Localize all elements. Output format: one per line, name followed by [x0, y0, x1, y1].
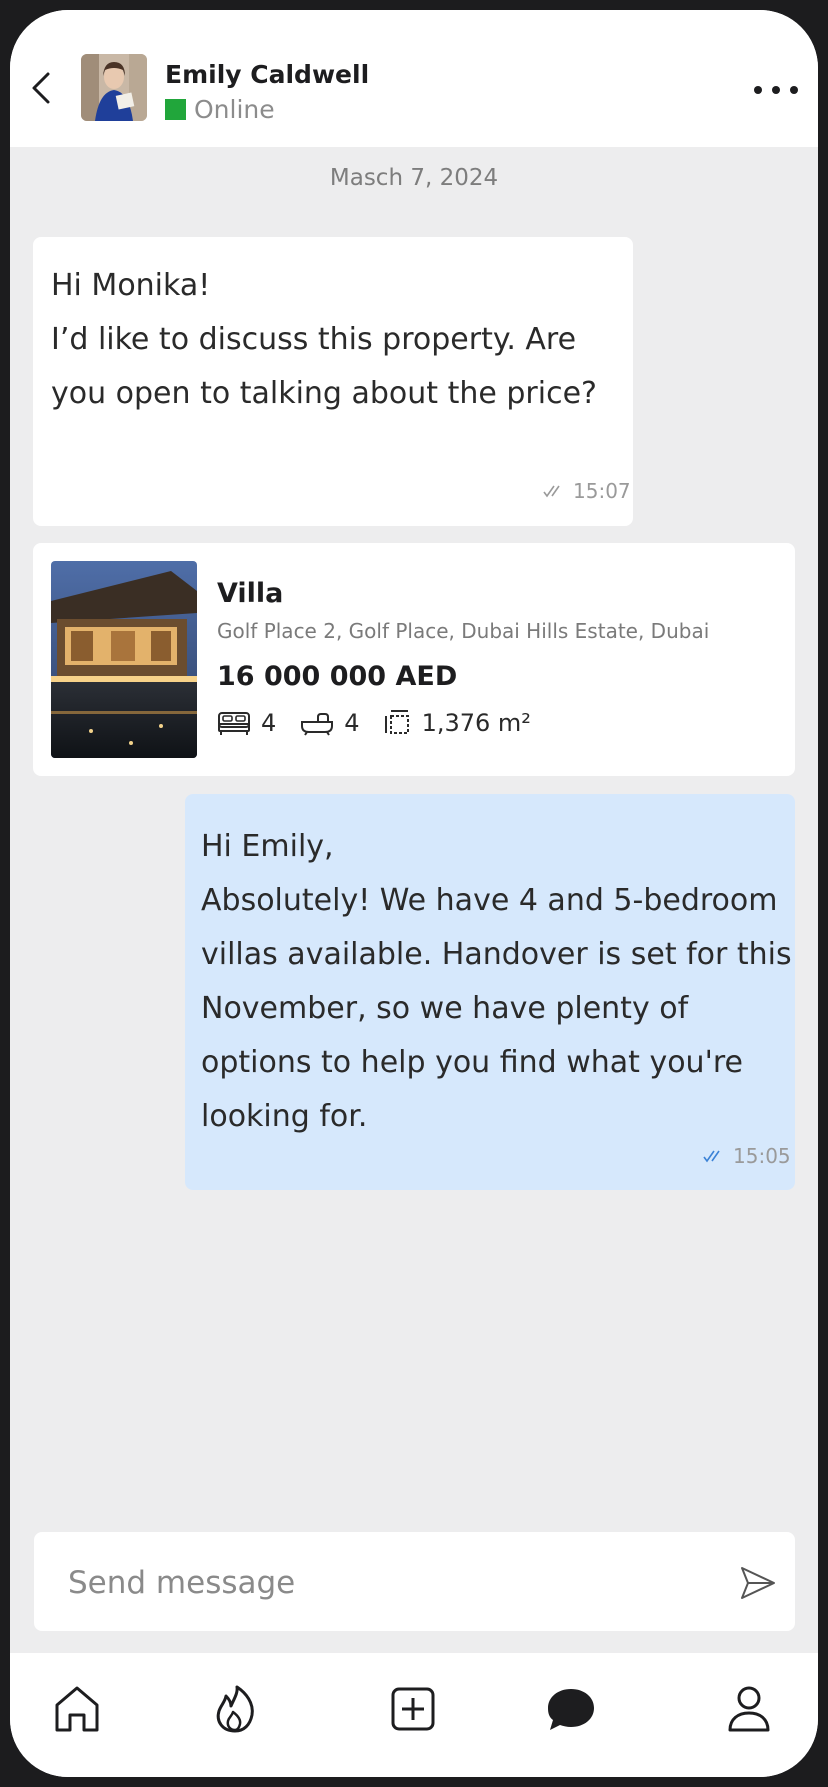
villa-photo — [51, 561, 197, 758]
avatar[interactable] — [81, 54, 147, 121]
bedrooms-count: 4 — [261, 709, 277, 737]
message-composer — [34, 1532, 795, 1631]
bathrooms-feature: 4 — [300, 709, 360, 737]
bathrooms-count: 4 — [344, 709, 360, 737]
bed-icon — [218, 712, 250, 735]
area-icon — [384, 710, 409, 734]
outgoing-message-text: Hi Emily, Absolutely! We have 4 and 5-be… — [201, 829, 792, 1134]
area-feature: 1,376 m² — [384, 709, 531, 737]
status-text: Online — [194, 95, 275, 124]
bedrooms-feature: 4 — [217, 709, 276, 737]
more-options-icon[interactable] — [754, 86, 798, 98]
online-status: Online — [165, 95, 275, 124]
avatar-photo — [81, 54, 147, 121]
message-input[interactable] — [66, 1554, 690, 1611]
incoming-message-time: 15:07 — [573, 479, 631, 503]
incoming-message: Hi Monika! I’d like to discuss this prop… — [33, 237, 633, 526]
outgoing-message: Hi Emily, Absolutely! We have 4 and 5-be… — [185, 794, 795, 1190]
property-address: Golf Place 2, Golf Place, Dubai Hills Es… — [217, 619, 710, 643]
profile-icon[interactable] — [724, 1683, 774, 1735]
status-indicator — [165, 99, 186, 120]
back-arrow-icon[interactable] — [24, 68, 58, 108]
bathtub-icon — [301, 713, 334, 736]
property-price: 16 000 000 AED — [217, 661, 458, 692]
incoming-message-meta: 15:07 — [543, 479, 631, 503]
plus-square-icon[interactable] — [388, 1683, 438, 1735]
property-features: 4 4 1,376 m² — [217, 709, 531, 737]
send-icon[interactable] — [740, 1566, 776, 1600]
date-separator: Masch 7, 2024 — [329, 165, 499, 191]
double-check-icon — [703, 1150, 720, 1163]
outgoing-message-time: 15:05 — [733, 1144, 791, 1168]
flame-icon[interactable] — [210, 1683, 260, 1735]
property-title: Villa — [217, 578, 284, 609]
property-card[interactable]: Villa Golf Place 2, Golf Place, Dubai Hi… — [33, 543, 795, 776]
chat-header: Emily Caldwell Online — [10, 10, 818, 147]
outgoing-message-meta: 15:05 — [703, 1144, 791, 1168]
phone-screen: Emily Caldwell Online Masch 7, 2024 Hi M… — [10, 10, 818, 1777]
area-value: 1,376 m² — [421, 709, 531, 737]
incoming-message-text: Hi Monika! I’d like to discuss this prop… — [51, 268, 597, 411]
bottom-tab-bar — [10, 1653, 818, 1777]
property-image — [51, 561, 197, 758]
chat-icon[interactable] — [546, 1683, 596, 1735]
contact-name: Emily Caldwell — [165, 60, 370, 89]
double-check-icon — [543, 485, 560, 498]
home-icon[interactable] — [52, 1683, 102, 1735]
